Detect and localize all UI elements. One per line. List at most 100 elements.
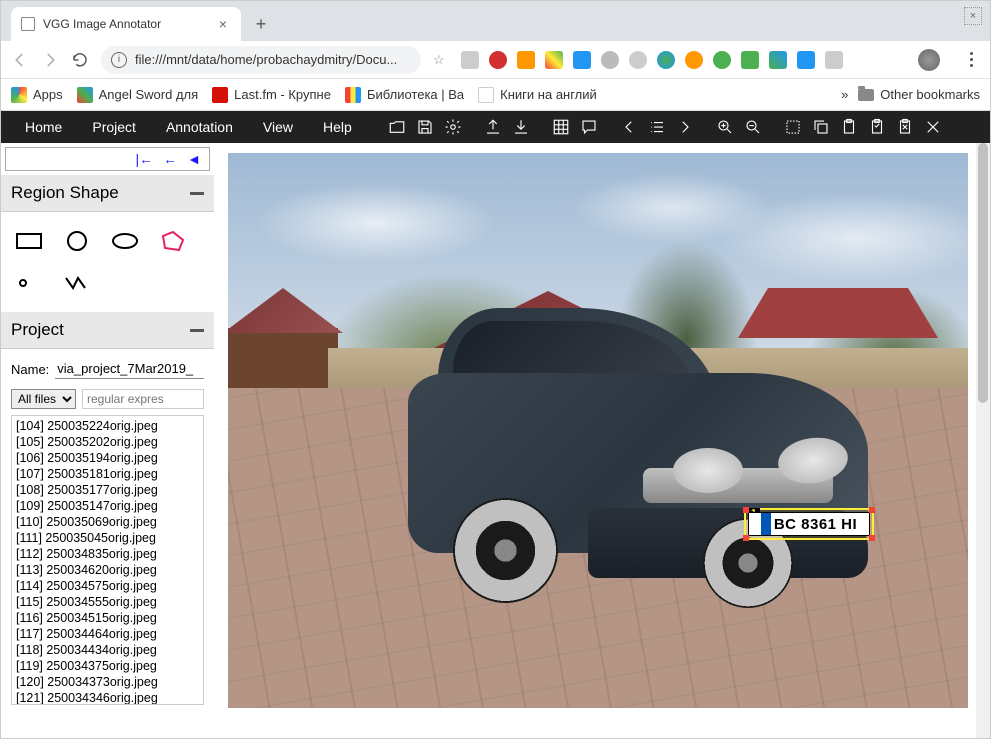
next-icon[interactable] bbox=[676, 118, 694, 136]
ext-icon[interactable] bbox=[685, 51, 703, 69]
profile-avatar[interactable] bbox=[918, 49, 940, 71]
bookmarks-more-button[interactable]: » bbox=[841, 87, 848, 102]
list-item[interactable]: [107] 250035181orig.jpeg bbox=[16, 466, 199, 482]
open-icon[interactable] bbox=[388, 118, 406, 136]
menu-annotation[interactable]: Annotation bbox=[152, 111, 247, 143]
project-name-input[interactable] bbox=[55, 359, 204, 379]
ext-icon[interactable] bbox=[461, 51, 479, 69]
file-filter-input[interactable] bbox=[82, 389, 204, 409]
list-item[interactable]: [118] 250034434orig.jpeg bbox=[16, 642, 199, 658]
list-icon[interactable] bbox=[648, 118, 666, 136]
bookmark-item[interactable]: Библиотека | Ва bbox=[345, 87, 464, 103]
ext-icon[interactable] bbox=[797, 51, 815, 69]
list-item[interactable]: [110] 250035069orig.jpeg bbox=[16, 514, 199, 530]
resize-handle[interactable] bbox=[743, 535, 749, 541]
nav-first-icon[interactable]: |← bbox=[136, 151, 154, 167]
list-item[interactable]: [119] 250034375orig.jpeg bbox=[16, 658, 199, 674]
file-list[interactable]: [104] 250035224orig.jpeg [105] 250035202… bbox=[11, 415, 204, 705]
bookmark-item[interactable]: Angel Sword для bbox=[77, 87, 199, 103]
bookmark-star-icon[interactable]: ☆ bbox=[433, 52, 445, 68]
other-bookmarks[interactable]: Other bookmarks bbox=[858, 87, 980, 102]
ext-icon[interactable] bbox=[825, 51, 843, 69]
list-item[interactable]: [117] 250034464orig.jpeg bbox=[16, 626, 199, 642]
ext-icon[interactable] bbox=[629, 51, 647, 69]
paste-icon[interactable] bbox=[840, 118, 858, 136]
bookmark-apps[interactable]: Apps bbox=[11, 87, 63, 103]
select-all-icon[interactable] bbox=[784, 118, 802, 136]
menu-project[interactable]: Project bbox=[78, 111, 150, 143]
list-item[interactable]: [115] 250034555orig.jpeg bbox=[16, 594, 199, 610]
ext-icon[interactable] bbox=[741, 51, 759, 69]
shape-ellipse[interactable] bbox=[111, 230, 139, 252]
resize-handle[interactable] bbox=[743, 507, 749, 513]
browser-tab[interactable]: VGG Image Annotator × bbox=[11, 7, 241, 41]
menu-help[interactable]: Help bbox=[309, 111, 366, 143]
zoom-in-icon[interactable] bbox=[716, 118, 734, 136]
image-canvas[interactable]: 1 BC 8361 HI bbox=[228, 153, 968, 708]
bookmark-item[interactable]: Last.fm - Крупне bbox=[212, 87, 331, 103]
shape-circle[interactable] bbox=[63, 230, 91, 252]
shape-polyline[interactable] bbox=[63, 272, 91, 294]
list-item[interactable]: [113] 250034620orig.jpeg bbox=[16, 562, 199, 578]
list-item[interactable]: [104] 250035224orig.jpeg bbox=[16, 418, 199, 434]
back-button[interactable] bbox=[11, 51, 29, 69]
list-item[interactable]: [106] 250035194orig.jpeg bbox=[16, 450, 199, 466]
ext-icon[interactable] bbox=[489, 51, 507, 69]
download-icon[interactable] bbox=[512, 118, 530, 136]
menu-view[interactable]: View bbox=[249, 111, 307, 143]
list-item[interactable]: [109] 250035147orig.jpeg bbox=[16, 498, 199, 514]
forward-button[interactable] bbox=[41, 51, 59, 69]
site-info-icon[interactable]: i bbox=[111, 52, 127, 68]
clipboard-icon[interactable] bbox=[868, 118, 886, 136]
ext-icon[interactable] bbox=[545, 51, 563, 69]
ext-icon[interactable] bbox=[573, 51, 591, 69]
close-tab-icon[interactable]: × bbox=[215, 16, 231, 32]
prev-icon[interactable] bbox=[620, 118, 638, 136]
nav-prev-icon[interactable]: ← bbox=[163, 151, 177, 167]
reload-button[interactable] bbox=[71, 51, 89, 69]
file-filter-select[interactable]: All files bbox=[11, 389, 76, 409]
zoom-out-icon[interactable] bbox=[744, 118, 762, 136]
list-item[interactable]: [105] 250035202orig.jpeg bbox=[16, 434, 199, 450]
list-item[interactable]: [112] 250034835orig.jpeg bbox=[16, 546, 199, 562]
region-shape-header[interactable]: Region Shape bbox=[1, 175, 214, 212]
save-icon[interactable] bbox=[416, 118, 434, 136]
list-item[interactable]: [108] 250035177orig.jpeg bbox=[16, 482, 199, 498]
collapse-icon[interactable] bbox=[190, 192, 204, 195]
nav-play-icon[interactable]: ◄ bbox=[187, 151, 201, 167]
shape-point[interactable] bbox=[15, 272, 43, 294]
list-item[interactable]: [111] 250035045orig.jpeg bbox=[16, 530, 199, 546]
resize-handle[interactable] bbox=[869, 535, 875, 541]
close-icon[interactable] bbox=[924, 118, 942, 136]
menu-home[interactable]: Home bbox=[11, 111, 76, 143]
browser-menu-button[interactable] bbox=[962, 52, 980, 67]
delete-icon[interactable] bbox=[896, 118, 914, 136]
list-item[interactable]: [120] 250034373orig.jpeg bbox=[16, 674, 199, 690]
url-field[interactable]: i file:///mnt/data/home/probachaydmitry/… bbox=[101, 46, 421, 74]
window-close-button[interactable]: × bbox=[964, 7, 982, 25]
shape-polygon[interactable] bbox=[159, 230, 187, 252]
list-item[interactable]: [116] 250034515orig.jpeg bbox=[16, 610, 199, 626]
collapse-icon[interactable] bbox=[190, 329, 204, 332]
settings-icon[interactable] bbox=[444, 118, 462, 136]
copy-icon[interactable] bbox=[812, 118, 830, 136]
grid-icon[interactable] bbox=[552, 118, 570, 136]
bookmark-item[interactable]: Книги на англий bbox=[478, 87, 597, 103]
ext-icon[interactable] bbox=[517, 51, 535, 69]
project-header[interactable]: Project bbox=[1, 312, 214, 349]
ext-icon[interactable] bbox=[657, 51, 675, 69]
shape-rect[interactable] bbox=[15, 230, 43, 252]
ext-icon[interactable] bbox=[769, 51, 787, 69]
list-item[interactable]: [114] 250034575orig.jpeg bbox=[16, 578, 199, 594]
list-item[interactable]: [121] 250034346orig.jpeg bbox=[16, 690, 199, 705]
page-scrollbar[interactable] bbox=[976, 143, 990, 738]
ext-icon[interactable] bbox=[601, 51, 619, 69]
comment-icon[interactable] bbox=[580, 118, 598, 136]
ext-icon[interactable] bbox=[713, 51, 731, 69]
scrollbar-thumb[interactable] bbox=[978, 143, 988, 403]
resize-handle[interactable] bbox=[869, 507, 875, 513]
bookmarks-overflow: » Other bookmarks bbox=[841, 87, 980, 102]
new-tab-button[interactable]: + bbox=[247, 10, 275, 38]
annotation-region[interactable]: 1 BC 8361 HI bbox=[744, 508, 874, 540]
upload-icon[interactable] bbox=[484, 118, 502, 136]
